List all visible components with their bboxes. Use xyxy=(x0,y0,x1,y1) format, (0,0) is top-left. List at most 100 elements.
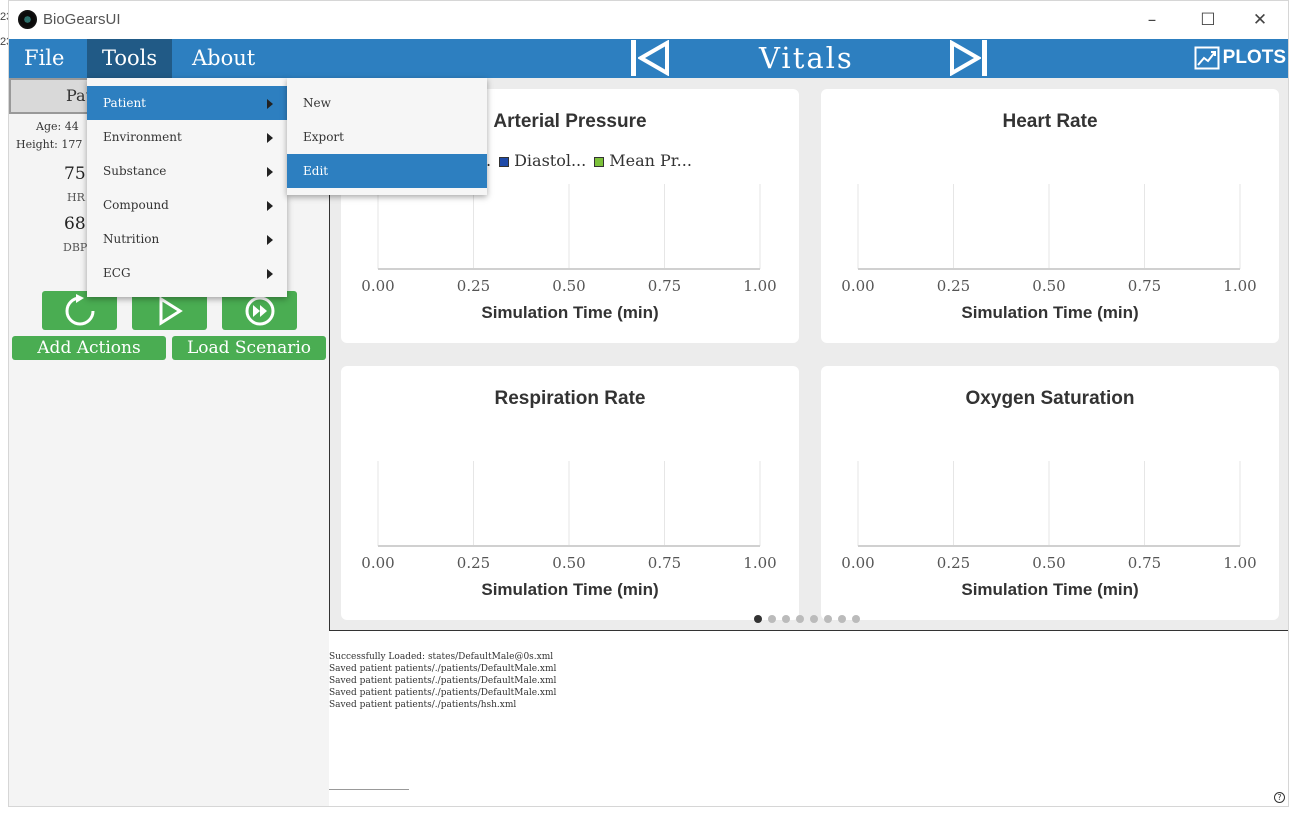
chart-respiration-rate: 0.00 0.25 0.50 0.75 1.00 Respiration Rate Si… xyxy=(341,366,799,620)
x-tick-label: 0.25 xyxy=(457,554,490,572)
page-dot[interactable] xyxy=(824,615,832,623)
x-tick-label: 0.50 xyxy=(552,554,585,572)
vital-hr-value: 75 xyxy=(64,164,86,184)
submenu-item-export[interactable]: Export xyxy=(287,120,487,154)
menu-item-patient[interactable]: Patient xyxy=(87,86,287,120)
tools-dropdown-menu: Patient Environment Substance Compound N… xyxy=(87,78,287,297)
page-dot[interactable] xyxy=(782,615,790,623)
submenu-arrow-icon xyxy=(267,167,273,177)
x-tick-label: 0.25 xyxy=(457,277,490,295)
log-line: Saved patient patients/./patients/Defaul… xyxy=(329,664,557,674)
legend-label: Mean Pr... xyxy=(609,151,692,170)
view-title: Vitals xyxy=(759,41,854,75)
chart-x-label: Simulation Time (min) xyxy=(961,580,1139,599)
x-tick-label: 0.50 xyxy=(1032,277,1065,295)
chart-oxygen-saturation: 0.00 0.25 0.50 0.75 1.00 Oxygen Saturation S… xyxy=(821,366,1279,620)
vital-dbp-label: DBP xyxy=(63,241,88,254)
chart-heart-rate: 0.00 0.25 0.50 0.75 1.00 Heart Rate Simulati… xyxy=(821,89,1279,343)
page-dot[interactable] xyxy=(838,615,846,623)
menu-item-nutrition[interactable]: Nutrition xyxy=(87,222,287,256)
chart-title: Heart Rate xyxy=(1002,111,1098,132)
legend-label: Diastol... xyxy=(514,151,587,170)
legend-item-diastolic: Diastol... xyxy=(499,151,586,170)
menu-item-environment[interactable]: Environment xyxy=(87,120,287,154)
menu-about[interactable]: About xyxy=(177,39,270,78)
menu-item-label: Environment xyxy=(103,130,182,144)
app-logo-icon xyxy=(18,10,37,29)
x-tick-label: 0.75 xyxy=(648,277,681,295)
menu-item-label: ECG xyxy=(103,266,131,280)
menu-item-label: Substance xyxy=(103,164,167,178)
add-actions-button[interactable]: Add Actions xyxy=(12,336,166,360)
x-tick-label: 0.75 xyxy=(1128,554,1161,572)
legend-swatch xyxy=(499,156,510,167)
menu-item-label: Compound xyxy=(103,198,169,212)
window-title: BioGearsUI xyxy=(43,11,121,28)
submenu-arrow-icon xyxy=(267,269,273,279)
previous-view-button[interactable] xyxy=(631,40,671,76)
page-dot[interactable] xyxy=(754,615,762,623)
chart-x-label: Simulation Time (min) xyxy=(961,303,1139,322)
page-dot[interactable] xyxy=(796,615,804,623)
plots-button[interactable]: PLOTS xyxy=(1194,42,1286,74)
patient-submenu: New Export Edit xyxy=(287,78,487,195)
page-dot[interactable] xyxy=(768,615,776,623)
vital-dbp-value: 68 xyxy=(64,214,86,234)
submenu-arrow-icon xyxy=(267,201,273,211)
legend-item-mean: Mean Pr... xyxy=(594,151,692,170)
menu-item-substance[interactable]: Substance xyxy=(87,154,287,188)
x-tick-label: 1.00 xyxy=(743,554,776,572)
x-tick-label: 0.00 xyxy=(841,277,874,295)
chart-x-label: Simulation Time (min) xyxy=(481,580,659,599)
fast-forward-icon xyxy=(245,296,274,325)
minimize-button[interactable]: – xyxy=(1129,5,1175,35)
submenu-arrow-icon xyxy=(267,235,273,245)
page-indicator xyxy=(754,615,860,623)
maximize-button[interactable]: ☐ xyxy=(1185,5,1231,35)
chart-title: Respiration Rate xyxy=(494,388,646,409)
x-tick-label: 1.00 xyxy=(1223,277,1256,295)
page-dot[interactable] xyxy=(810,615,818,623)
chart-title: Oxygen Saturation xyxy=(965,388,1135,409)
log-line: Saved patient patients/./patients/Defaul… xyxy=(329,688,557,698)
title-bar: BioGearsUI – ☐ ✕ xyxy=(9,1,1288,39)
vital-hr-label: HR xyxy=(67,191,85,204)
x-tick-label: 0.00 xyxy=(841,554,874,572)
chart-line-icon xyxy=(1194,46,1220,70)
x-tick-label: 1.00 xyxy=(743,277,776,295)
menu-item-compound[interactable]: Compound xyxy=(87,188,287,222)
app-window: BioGearsUI – ☐ ✕ File Tools About Vitals xyxy=(8,0,1289,807)
menu-tools[interactable]: Tools xyxy=(87,39,173,78)
menu-file[interactable]: File xyxy=(9,39,79,78)
x-tick-label: 0.00 xyxy=(361,554,394,572)
menu-item-label: Nutrition xyxy=(103,232,160,246)
next-view-button[interactable] xyxy=(949,40,989,76)
submenu-arrow-icon xyxy=(267,133,273,143)
page-dot[interactable] xyxy=(852,615,860,623)
submenu-item-edit[interactable]: Edit xyxy=(287,154,487,188)
submenu-item-new[interactable]: New xyxy=(287,86,487,120)
legend-swatch xyxy=(594,156,605,167)
triangle-right-icon xyxy=(950,40,981,76)
menu-item-ecg[interactable]: ECG xyxy=(87,256,287,290)
x-tick-label: 0.50 xyxy=(552,277,585,295)
patient-age: Age: 44 xyxy=(36,120,79,133)
log-line: Saved patient patients/./patients/Defaul… xyxy=(329,676,557,686)
x-tick-label: 0.50 xyxy=(1032,554,1065,572)
load-scenario-button[interactable]: Load Scenario xyxy=(172,336,326,360)
x-tick-label: 0.25 xyxy=(937,277,970,295)
x-tick-label: 0.75 xyxy=(1128,277,1161,295)
log-line: Successfully Loaded: states/DefaultMale@… xyxy=(329,652,554,662)
log-divider xyxy=(329,789,409,790)
help-icon[interactable]: ? xyxy=(1274,792,1285,803)
log-line: Saved patient patients/./patients/hsh.xm… xyxy=(329,700,517,710)
submenu-arrow-icon xyxy=(267,99,273,109)
menu-item-label: Patient xyxy=(103,96,147,110)
menu-bar: File Tools About Vitals PLOTS xyxy=(9,39,1288,78)
x-tick-label: 0.75 xyxy=(648,554,681,572)
chart-x-label: Simulation Time (min) xyxy=(481,303,659,322)
close-button[interactable]: ✕ xyxy=(1237,5,1283,35)
restart-icon xyxy=(65,293,94,325)
patient-height: Height: 177 xyxy=(16,138,83,151)
triangle-left-icon xyxy=(638,40,669,76)
